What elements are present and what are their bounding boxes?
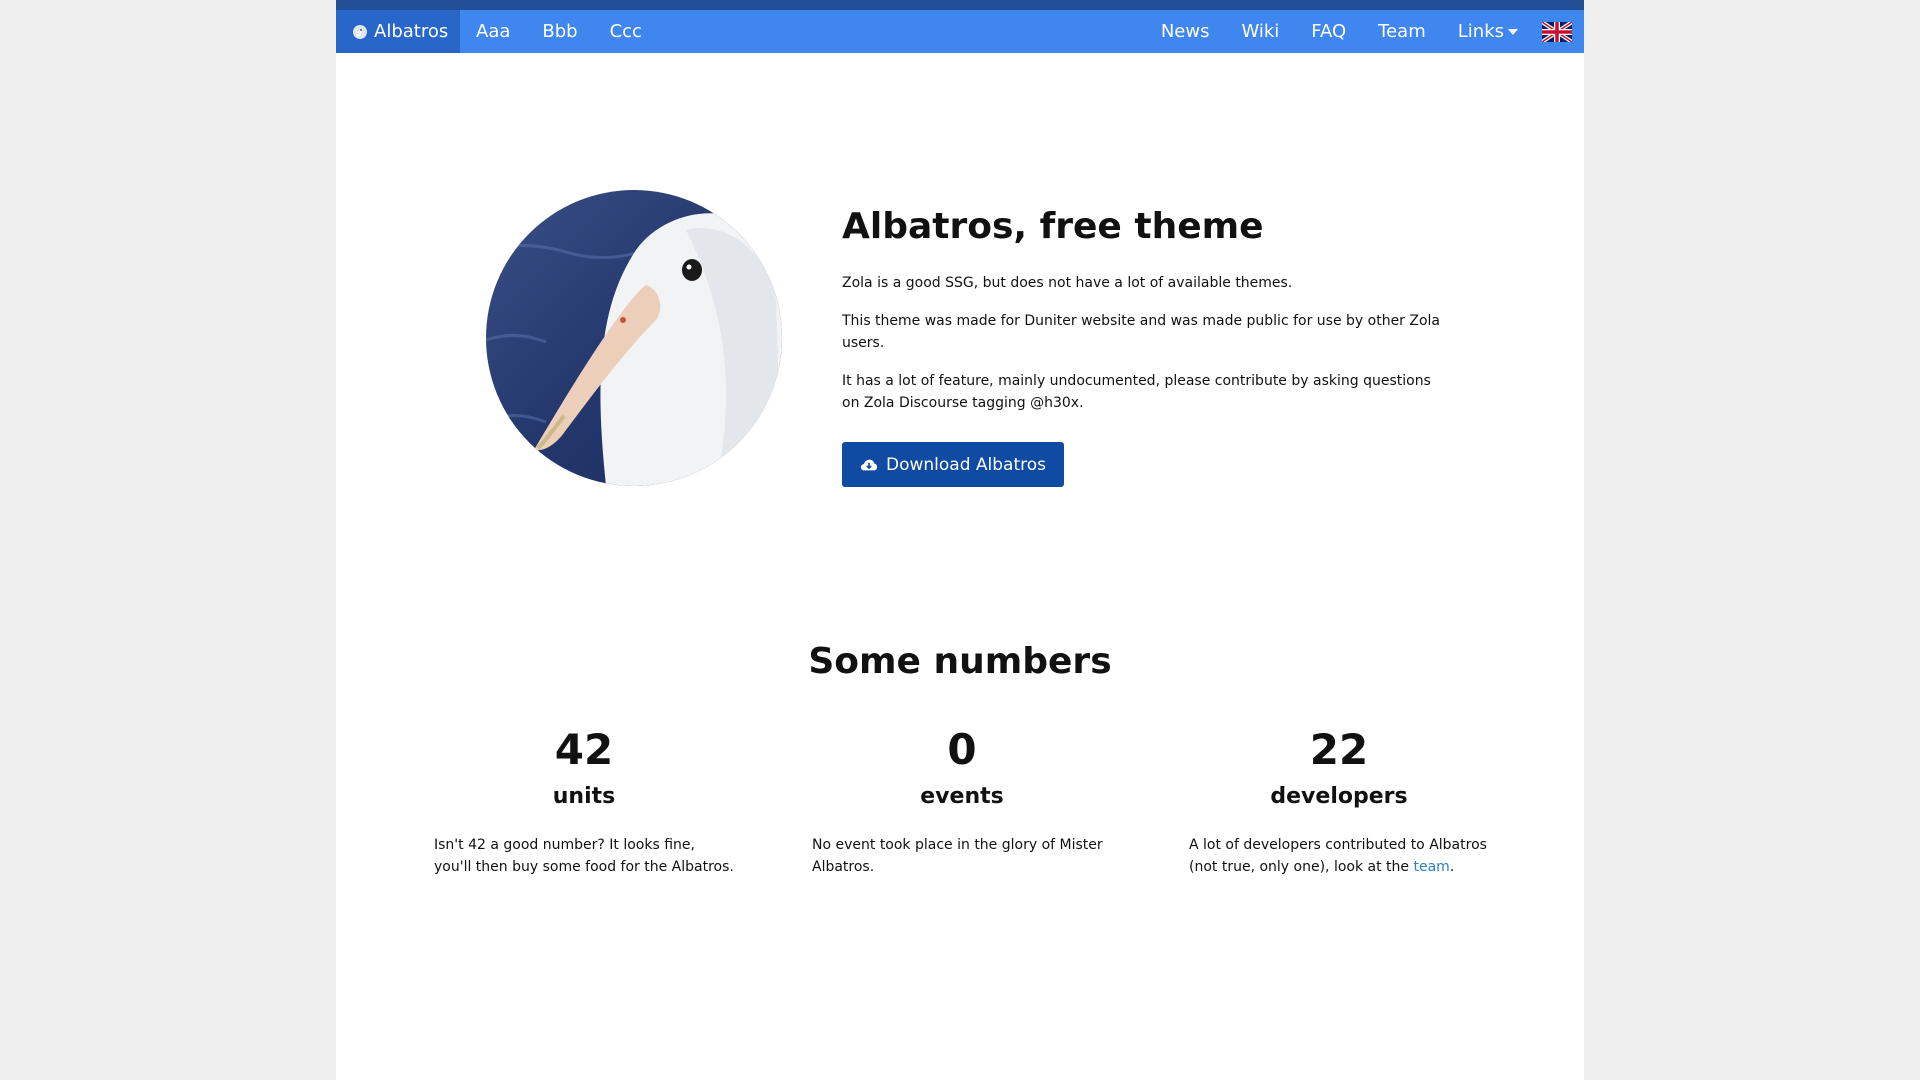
nav-item-wiki[interactable]: Wiki [1225, 10, 1295, 53]
albatros-illustration [486, 190, 782, 486]
navbar: Albatros Aaa Bbb Ccc News Wiki FAQ Team … [336, 10, 1584, 53]
brand-link[interactable]: Albatros [336, 10, 460, 53]
nav-item-team[interactable]: Team [1362, 10, 1442, 53]
albatros-logo-icon [353, 24, 367, 39]
stat-unit-label: events [920, 784, 1004, 809]
nav-item-faq[interactable]: FAQ [1295, 10, 1362, 53]
stat-description: No event took place in the glory of Mist… [812, 837, 1103, 875]
brand-label: Albatros [374, 21, 449, 42]
caret-down-icon [1508, 28, 1518, 35]
nav-item-news[interactable]: News [1145, 10, 1226, 53]
hero-section: Albatros, free theme Zola is a good SSG,… [842, 200, 1442, 487]
team-link[interactable]: team [1413, 859, 1449, 875]
links-dropdown-label: Links [1457, 21, 1504, 42]
albatros-photo [486, 190, 782, 486]
hero-title: Albatros, free theme [842, 206, 1264, 247]
stat-description: A lot of developers contributed to Albat… [1189, 834, 1489, 878]
stat-unit-label: units [552, 784, 616, 809]
hero-paragraph-1: Zola is a good SSG, but does not have a … [842, 275, 1293, 291]
page-container: Albatros Aaa Bbb Ccc News Wiki FAQ Team … [336, 0, 1584, 1080]
numbers-section-title: Some numbers [808, 641, 1112, 682]
links-dropdown[interactable]: Links [1442, 10, 1534, 53]
nav-item-aaa[interactable]: Aaa [460, 10, 526, 53]
top-accent-strip [336, 0, 1584, 10]
uk-flag-icon[interactable] [1542, 21, 1572, 42]
download-button[interactable]: Download Albatros [842, 442, 1065, 487]
stat-description: Isn't 42 a good number? It looks fine, y… [434, 837, 734, 875]
stat-events: 0 events No event took place in the glor… [812, 722, 1112, 878]
stat-value: 42 [554, 725, 614, 774]
download-button-label: Download Albatros [886, 454, 1047, 475]
nav-left-group: Aaa Bbb Ccc [460, 10, 658, 53]
stat-unit-label: developers [1270, 784, 1408, 809]
cloud-download-icon [860, 459, 878, 470]
hero-paragraph-3: It has a lot of feature, mainly undocume… [842, 373, 1431, 411]
stat-developers: 22 developers A lot of developers contri… [1189, 722, 1489, 878]
nav-item-bbb[interactable]: Bbb [526, 10, 593, 53]
stat-value: 0 [947, 725, 977, 774]
stat-value: 22 [1309, 725, 1369, 774]
stat-description-end: . [1449, 859, 1455, 875]
stat-units: 42 units Isn't 42 a good number? It look… [434, 722, 734, 878]
hero-paragraph-2: This theme was made for Duniter website … [842, 313, 1441, 351]
nav-right-group: News Wiki FAQ Team Links [1145, 10, 1584, 53]
nav-item-ccc[interactable]: Ccc [594, 10, 658, 53]
